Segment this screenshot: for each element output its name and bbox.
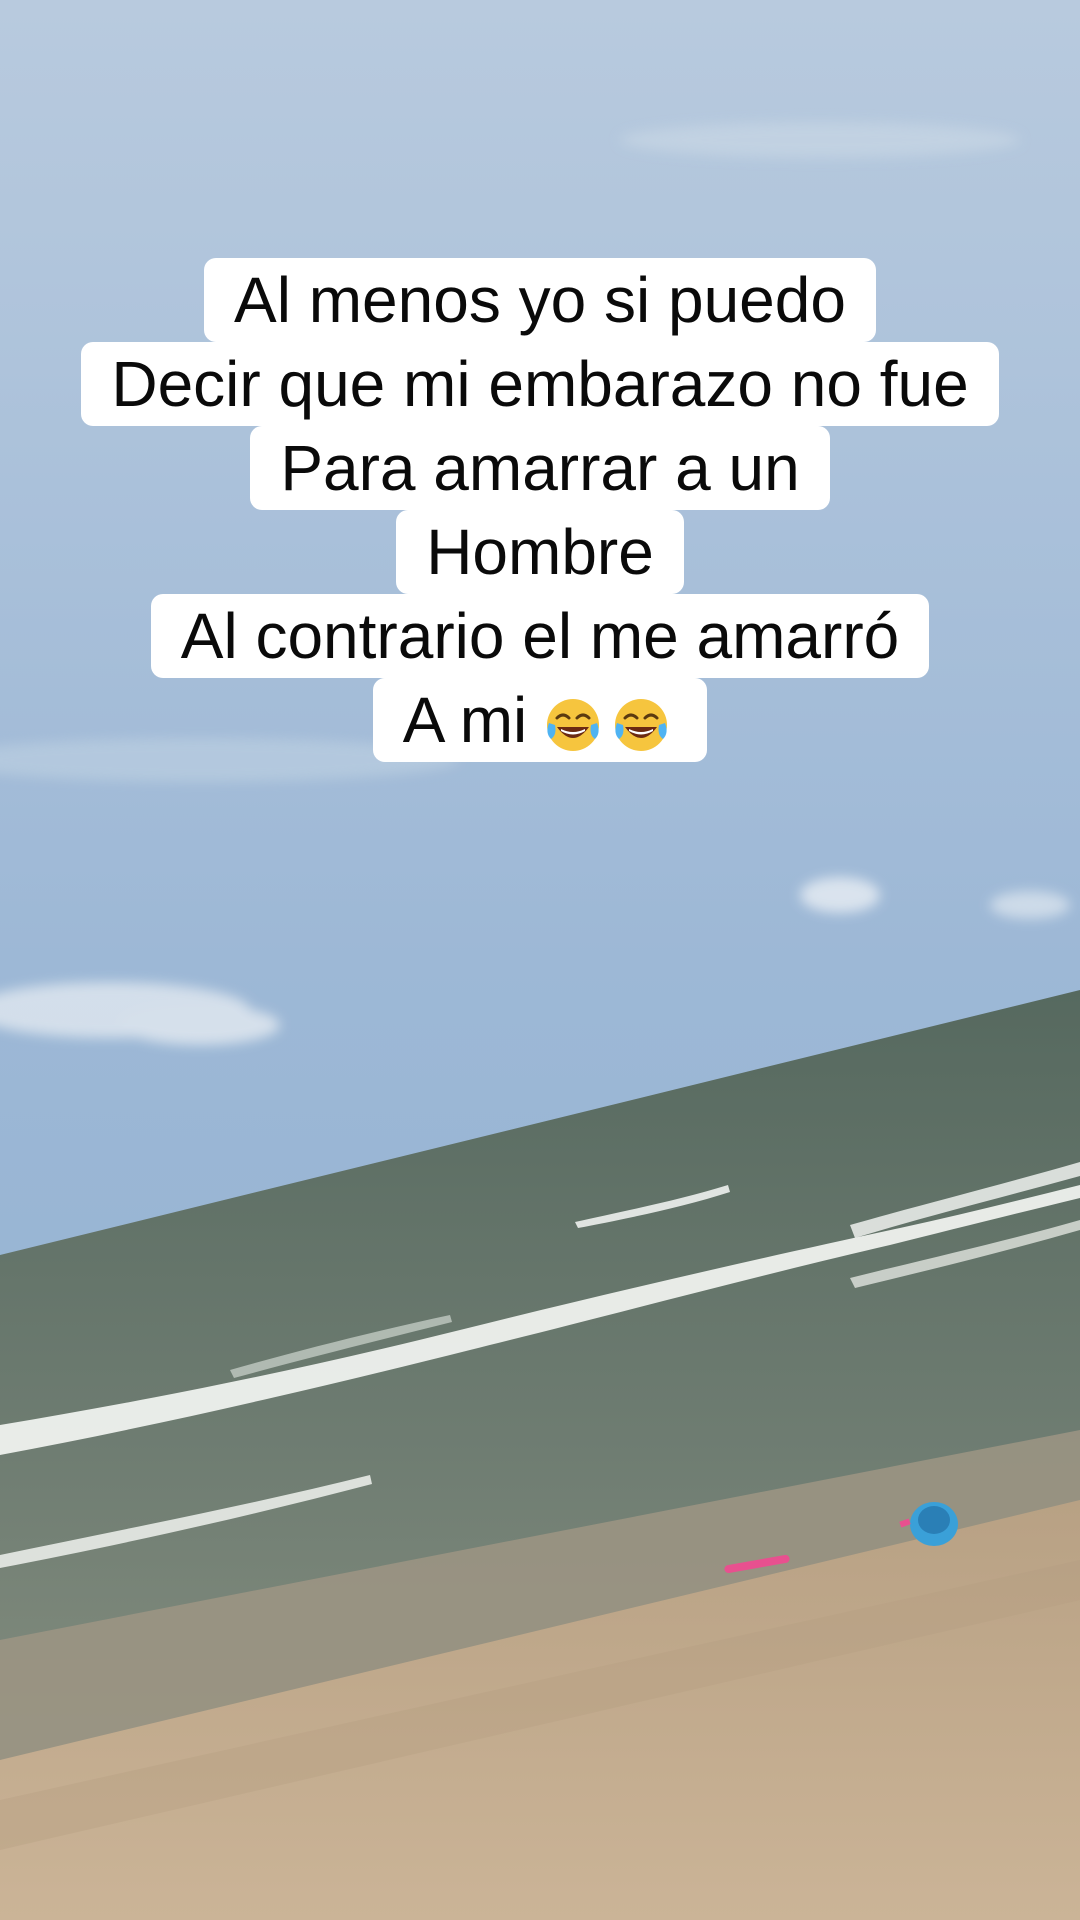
caption-line-1: Al menos yo si puedo: [204, 258, 876, 342]
caption-line-6-text: A mi: [402, 684, 528, 756]
face-with-tears-of-joy-icon: [547, 699, 600, 752]
emoji-row: [541, 693, 677, 757]
caption-line-3: Para amarrar a un: [250, 426, 830, 510]
caption-line-4: Hombre: [396, 510, 684, 594]
caption-line-2: Decir que mi embarazo no fue: [81, 342, 999, 426]
face-with-tears-of-joy-icon: [615, 699, 668, 752]
caption-line-5: Al contrario el me amarró: [150, 594, 930, 678]
video-frame: Al menos yo si puedo Decir que mi embara…: [0, 0, 1080, 1920]
caption-line-6: A mi: [372, 678, 708, 762]
caption-overlay: Al menos yo si puedo Decir que mi embara…: [0, 258, 1080, 762]
